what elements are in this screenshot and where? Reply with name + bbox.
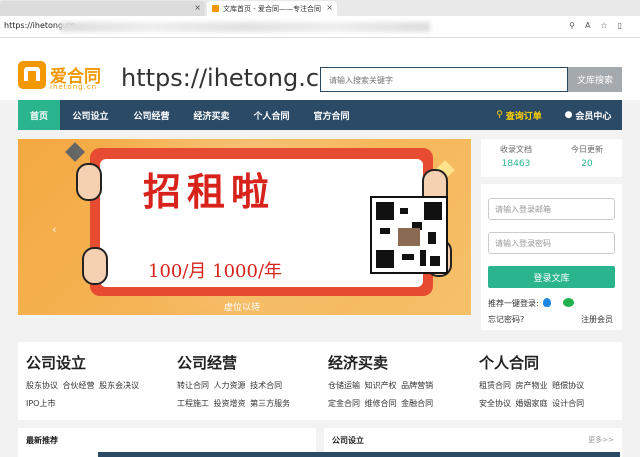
- close-icon[interactable]: ×: [326, 3, 333, 12]
- category-links[interactable]: 仓储运输 知识产权 品牌营销: [328, 380, 433, 391]
- search-input[interactable]: [321, 69, 567, 92]
- password-field[interactable]: 请输入登录密码: [488, 232, 615, 254]
- section-divider: [98, 452, 620, 457]
- docs-value: 18463: [501, 159, 531, 169]
- hand-left-icon: [76, 163, 102, 201]
- category-company-setup: 公司设立 股东协议 合伙经营 股东会决议 IPO上市: [18, 352, 168, 408]
- search-icon: ⚲: [496, 110, 503, 120]
- banner-headline: 招租啦: [143, 169, 276, 214]
- banner-next-arrow-icon[interactable]: ›: [430, 223, 434, 236]
- category-economic-trade: 经济买卖 仓储运输 知识产权 品牌营销 定金合同 维修合同 金融合同: [320, 352, 470, 408]
- key-icon[interactable]: ⚲: [569, 21, 585, 30]
- hand-left-icon: [82, 247, 108, 285]
- nav-item-company-operation[interactable]: 公司经营: [124, 100, 179, 130]
- browser-tools[interactable]: ⚲A☆▯: [569, 21, 632, 30]
- nav-item-economic-trade[interactable]: 经济买卖: [184, 100, 239, 130]
- category-links[interactable]: 租赁合同 房产物业 赔偿协议: [479, 380, 584, 391]
- docs-label: 收录文档: [500, 145, 532, 154]
- nav-item-company-setup[interactable]: 公司设立: [63, 100, 118, 130]
- category-links[interactable]: 安全协议 婚姻家庭 设计合同: [479, 398, 584, 409]
- category-title[interactable]: 经济买卖: [328, 352, 470, 373]
- site-logo[interactable]: 爱合同 ihetong.cn: [18, 61, 118, 97]
- query-order-label: 查询订单: [505, 111, 542, 122]
- section-title: 最新推荐: [26, 436, 58, 445]
- star-icon[interactable]: ☆: [600, 21, 617, 30]
- tab-label: 文库首页 - 爱合同——专注合同: [223, 4, 321, 13]
- nav-item-personal-contract[interactable]: 个人合同: [244, 100, 299, 130]
- banner-price: 100/月 1000/年: [148, 261, 283, 282]
- browser-tab-bar: × 文库首页 - 爱合同——专注合同 ×: [0, 0, 640, 16]
- category-title[interactable]: 公司设立: [26, 352, 168, 373]
- category-links[interactable]: 工程施工 投资增资 第三方服务: [177, 398, 290, 409]
- member-center-link[interactable]: ● 会员中心: [560, 100, 616, 130]
- email-field[interactable]: 请输入登录邮箱: [488, 198, 615, 220]
- browser-tab-1[interactable]: ×: [0, 1, 205, 16]
- category-links[interactable]: 股东协议 合伙经营 股东会决议: [26, 380, 139, 391]
- qq-login-icon[interactable]: [543, 298, 551, 307]
- wechat-login-icon[interactable]: [563, 298, 574, 307]
- nav-item-official-contract[interactable]: 官方合同: [304, 100, 359, 130]
- one-click-label: 推荐一键登录:: [488, 299, 539, 308]
- browser-tab-2[interactable]: 文库首页 - 爱合同——专注合同 ×: [207, 1, 337, 16]
- domain-title: https://ihetong.cn/: [121, 64, 343, 92]
- banner-prev-arrow-icon[interactable]: ‹: [52, 223, 56, 236]
- today-label: 今日更新: [571, 145, 603, 154]
- read-aloud-icon[interactable]: A: [585, 21, 600, 30]
- today-value: 20: [581, 159, 593, 169]
- blurred-region: [60, 22, 430, 32]
- stats-panel: 收录文档 18463 今日更新 20: [481, 139, 622, 177]
- main-nav: 首页 公司设立 公司经营 经济买卖 个人合同 官方合同 ⚲ 查询订单 ● 会员中…: [18, 100, 622, 130]
- section-title: 公司设立: [332, 436, 364, 445]
- more-link[interactable]: 更多>>: [588, 435, 614, 445]
- category-title[interactable]: 个人合同: [479, 352, 621, 373]
- sidebar-icon[interactable]: ▯: [618, 21, 632, 30]
- category-title[interactable]: 公司经营: [177, 352, 319, 373]
- login-panel: 请输入登录邮箱 请输入登录密码 登录文库 推荐一键登录: 忘记密码? 注册会员: [481, 184, 622, 330]
- category-section: 公司设立 股东协议 合伙经营 股东会决议 IPO上市 公司经营 转让合同 人力资…: [18, 342, 622, 420]
- category-links[interactable]: 定金合同 维修合同 金融合同: [328, 398, 433, 409]
- category-links[interactable]: 转让合同 人力资源 技术合同: [177, 380, 282, 391]
- query-order-link[interactable]: ⚲ 查询订单: [486, 100, 552, 130]
- forgot-password-link[interactable]: 忘记密码?: [488, 314, 524, 325]
- category-company-operation: 公司经营 转让合同 人力资源 技术合同 工程施工 投资增资 第三方服务: [169, 352, 319, 408]
- user-icon: ●: [564, 110, 573, 120]
- search-box: [320, 67, 568, 92]
- address-bar[interactable]: https://ihetong.cn ⚲A☆▯: [0, 16, 640, 38]
- login-button[interactable]: 登录文库: [488, 266, 615, 288]
- qr-code-icon: [370, 196, 448, 274]
- promo-banner[interactable]: 招租啦 100/月 1000/年 ‹ › 虚位以待: [18, 139, 471, 315]
- search-button[interactable]: 文库搜索: [568, 67, 622, 92]
- banner-caption: 虚位以待: [224, 303, 261, 313]
- register-link[interactable]: 注册会员: [581, 314, 613, 325]
- logo-text-en: ihetong.cn: [50, 83, 98, 91]
- logo-icon: [18, 61, 46, 89]
- site-header: 爱合同 ihetong.cn https://ihetong.cn/ 文库搜索: [0, 38, 640, 100]
- nav-item-home[interactable]: 首页: [18, 100, 60, 130]
- favicon-icon: [212, 5, 219, 12]
- member-center-label: 会员中心: [575, 111, 612, 122]
- category-links[interactable]: IPO上市: [26, 398, 55, 409]
- category-personal-contract: 个人合同 租赁合同 房产物业 赔偿协议 安全协议 婚姻家庭 设计合同: [471, 352, 621, 408]
- close-icon[interactable]: ×: [194, 3, 201, 12]
